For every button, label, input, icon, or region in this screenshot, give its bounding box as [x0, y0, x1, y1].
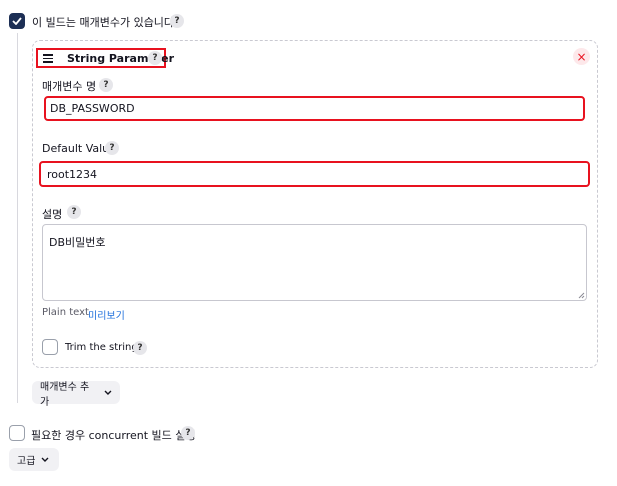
help-icon[interactable]: ? — [99, 78, 113, 92]
trim-checkbox[interactable] — [42, 339, 58, 355]
description-textarea[interactable]: DB비밀번호 — [42, 224, 587, 301]
parameterized-checkbox[interactable] — [9, 13, 25, 29]
help-icon[interactable]: ? — [181, 426, 195, 440]
advanced-button[interactable]: 고급 — [9, 448, 59, 471]
format-label: Plain text — [42, 307, 89, 318]
delete-parameter-button[interactable]: × — [573, 48, 590, 65]
advanced-label: 고급 — [17, 456, 36, 467]
resize-handle-icon[interactable] — [578, 292, 585, 299]
help-icon[interactable]: ? — [105, 141, 119, 155]
trim-label: Trim the string — [65, 342, 138, 353]
help-icon[interactable]: ? — [148, 51, 162, 65]
section-divider — [17, 33, 18, 403]
help-icon[interactable]: ? — [67, 205, 81, 219]
name-field[interactable]: DB_PASSWORD — [44, 96, 585, 121]
preview-link[interactable]: 미리보기 — [88, 307, 125, 322]
default-value-field[interactable]: root1234 — [39, 161, 590, 187]
concurrent-label: 필요한 경우 concurrent 빌드 실행 — [31, 429, 196, 442]
add-parameter-label: 매개변수 추가 — [40, 381, 90, 408]
description-label: 설명 — [42, 208, 63, 221]
chevron-down-icon — [41, 457, 49, 462]
parameterized-label: 이 빌드는 매개변수가 있습니다 — [32, 16, 175, 29]
help-icon[interactable]: ? — [170, 14, 184, 28]
concurrent-checkbox[interactable] — [9, 425, 25, 441]
name-label: 매개변수 명 — [42, 80, 97, 93]
check-icon — [12, 17, 22, 25]
help-icon[interactable]: ? — [133, 341, 147, 355]
add-parameter-button[interactable]: 매개변수 추가 — [32, 381, 120, 408]
chevron-down-icon — [104, 390, 112, 395]
drag-handle-icon[interactable] — [43, 54, 53, 63]
